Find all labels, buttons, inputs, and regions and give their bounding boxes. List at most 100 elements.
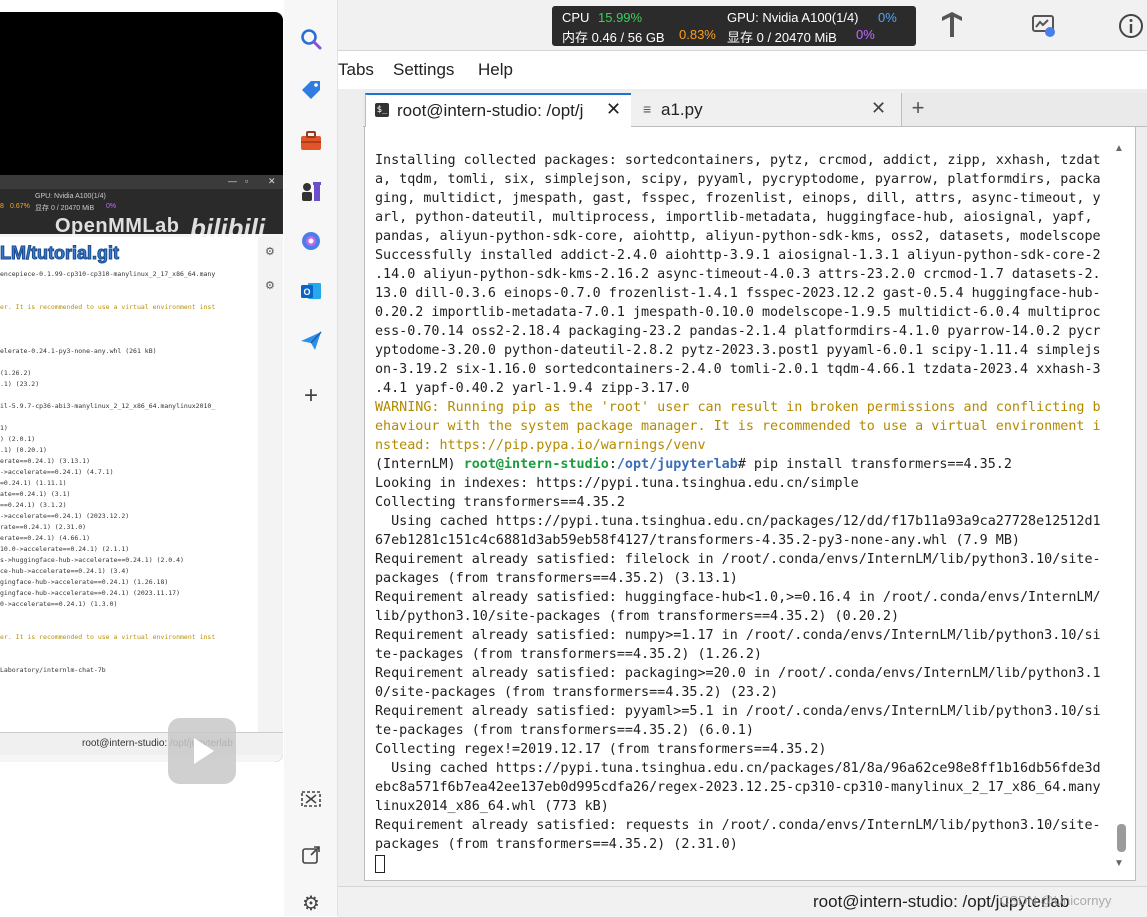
svg-text:O: O bbox=[303, 287, 310, 297]
play-button[interactable] bbox=[168, 718, 236, 784]
terminal-line: 67eb1281c151c4c6881d3ab59eb58f4127/trans… bbox=[375, 531, 1115, 550]
info-icon[interactable] bbox=[1117, 12, 1145, 45]
scrollbar-thumb[interactable] bbox=[1117, 824, 1126, 852]
scroll-up-icon[interactable]: ▲ bbox=[1114, 143, 1124, 154]
terminal-line: Using cached https://pypi.tuna.tsinghua.… bbox=[375, 759, 1115, 778]
terminal-line: on-3.19.2 six-1.16.0 sortedcontainers-2.… bbox=[375, 360, 1115, 379]
terminal-segment: ehaviour with the system package manager… bbox=[375, 419, 1101, 434]
video-terminal-line: =0.24.1) (1.11.1) bbox=[0, 479, 67, 487]
resource-usage-panel: CPU 15.99% 内存 0.46 / 56 GB 0.83% GPU: Nv… bbox=[552, 6, 916, 46]
terminal-segment: Requirement already satisfied: filelock … bbox=[375, 552, 1101, 567]
terminal-segment: Requirement already satisfied: packaging… bbox=[375, 666, 1101, 681]
tab-file[interactable]: ≡ a1.py ✕ bbox=[631, 93, 902, 126]
openmmlab-watermark: OpenMMLab bbox=[55, 215, 180, 237]
settings-icon[interactable]: ⚙ bbox=[298, 891, 324, 917]
mem-value: 0.83% bbox=[679, 27, 716, 42]
scroll-down-icon[interactable]: ▼ bbox=[1114, 858, 1124, 869]
video-terminal-line: s->huggingface-hub->accelerate==0.24.1) … bbox=[0, 556, 184, 564]
terminal-segment: /opt/jupyterlab bbox=[616, 457, 738, 472]
video-terminal-line: il-5.9.7-cp36-abi3-manylinux_2_12_x86_64… bbox=[0, 402, 216, 410]
video-terminal-line: ==0.24.1) (3.1.2) bbox=[0, 501, 67, 509]
mini-pct1: 8 bbox=[0, 203, 4, 210]
terminal-segment: te-packages (from transformers==4.35.2) … bbox=[375, 647, 762, 662]
video-terminal-line: ->accelerate==0.24.1) (2023.12.2) bbox=[0, 512, 130, 520]
terminal-line: pandas, aliyun-python-sdk-core, aiohttp,… bbox=[375, 227, 1115, 246]
terminal-segment: Using cached https://pypi.tuna.tsinghua.… bbox=[375, 761, 1101, 776]
browser-sidebar: O + ⚙ bbox=[284, 0, 338, 916]
close-icon[interactable]: ✕ bbox=[871, 98, 886, 119]
gear-icon: ⚙ bbox=[265, 280, 275, 292]
video-terminal-line: ate==0.24.1) (3.1) bbox=[0, 490, 71, 498]
terminal-segment: (InternLM) bbox=[375, 457, 464, 472]
tab-terminal-label: root@intern-studio: /opt/j bbox=[397, 101, 584, 120]
close-icon[interactable]: ✕ bbox=[606, 99, 621, 120]
terminal-line: .4.1 yapf-0.40.2 yarl-1.9.4 zipp-3.17.0 bbox=[375, 379, 1115, 398]
terminal-line: lib/python3.10/site-packages (from trans… bbox=[375, 607, 1115, 626]
add-icon[interactable]: + bbox=[298, 383, 324, 409]
tab-terminal[interactable]: $_ root@intern-studio: /opt/j ✕ bbox=[365, 93, 632, 128]
terminal-output[interactable]: Installing collected packages: sortedcon… bbox=[375, 151, 1115, 873]
terminal-segment: 13.0 dill-0.3.6 einops-0.7.0 frozenlist-… bbox=[375, 286, 1101, 301]
terminal-panel[interactable]: Installing collected packages: sortedcon… bbox=[364, 127, 1136, 881]
external-link-icon[interactable] bbox=[298, 842, 324, 868]
vram-value: 0% bbox=[856, 27, 875, 42]
tab-file-label: a1.py bbox=[661, 100, 703, 119]
terminal-segment: te-packages (from transformers==4.35.2) … bbox=[375, 723, 754, 738]
terminal-line: Successfully installed addict-2.4.0 aioh… bbox=[375, 246, 1115, 265]
terminal-line: ess-0.70.14 oss2-2.18.4 packaging-23.2 p… bbox=[375, 322, 1115, 341]
video-window-titlebar: — ▫ ✕ bbox=[0, 175, 283, 189]
terminal-segment: Successfully installed addict-2.4.0 aioh… bbox=[375, 248, 1101, 263]
terminal-segment: .14.0 aliyun-python-sdk-kms-2.16.2 async… bbox=[375, 267, 1101, 282]
search-icon[interactable] bbox=[298, 26, 324, 52]
terminal-segment: Requirement already satisfied: requests … bbox=[375, 818, 1101, 833]
terminal-segment: root@intern-studio bbox=[463, 457, 609, 472]
copilot-icon[interactable] bbox=[298, 228, 324, 254]
chess-icon[interactable] bbox=[298, 178, 324, 204]
terminal-line: Requirement already satisfied: filelock … bbox=[375, 550, 1115, 569]
terminal-line: packages (from transformers==4.35.2) (3.… bbox=[375, 569, 1115, 588]
video-terminal-line: gingface-hub->accelerate==0.24.1) (2023.… bbox=[0, 589, 181, 597]
video-statusbar: root@intern-studio: /opt/jupyterlab bbox=[0, 732, 283, 755]
video-side-panel: ⚙ ⚙ bbox=[258, 237, 283, 732]
git-url-text: LM/tutorial.git bbox=[0, 243, 119, 264]
terminal-line: a, tqdm, tomli, six, simplejson, scipy, … bbox=[375, 170, 1115, 189]
video-frame: — ▫ ✕ GPU: Nvidia A100(1/4) 8 0.67% 显存 0… bbox=[0, 175, 283, 762]
terminal-segment: Using cached https://pypi.tuna.tsinghua.… bbox=[375, 514, 1101, 529]
outlook-icon[interactable]: O bbox=[298, 278, 324, 304]
video-terminal-line: er. It is recommended to use a virtual e… bbox=[0, 633, 216, 641]
terminal-segment: linux2014_x86_64.whl (773 kB) bbox=[375, 799, 609, 814]
terminal-line: 13.0 dill-0.3.6 einops-0.7.0 frozenlist-… bbox=[375, 284, 1115, 303]
monitor-icon[interactable] bbox=[1030, 12, 1058, 45]
terminal-line: linux2014_x86_64.whl (773 kB) bbox=[375, 797, 1115, 816]
screenshot-icon[interactable] bbox=[298, 786, 324, 812]
video-terminal-line: erate==0.24.1) (3.13.1) bbox=[0, 457, 91, 465]
video-terminal-line: gingface-hub->accelerate==0.24.1) (1.26.… bbox=[0, 578, 169, 586]
terminal-segment: 67eb1281c151c4c6881d3ab59eb58f4127/trans… bbox=[375, 533, 1020, 548]
add-tab-button[interactable]: + bbox=[902, 93, 934, 126]
video-terminal-line: Laboratory/internlm-chat-7b bbox=[0, 666, 106, 674]
gpu-value: 0% bbox=[878, 10, 897, 25]
terminal-segment: Requirement already satisfied: numpy>=1.… bbox=[375, 628, 1101, 643]
terminal-line: nstead: https://pip.pypa.io/warnings/ven… bbox=[375, 436, 1115, 455]
video-terminal-line: encepiece-0.1.99-cp310-cp310-manylinux_2… bbox=[0, 270, 216, 278]
terminal-line: Requirement already satisfied: huggingfa… bbox=[375, 588, 1115, 607]
cpu-value: 15.99% bbox=[598, 10, 643, 25]
video-terminal-line: elerate-0.24.1-py3-none-any.whl (261 kB) bbox=[0, 347, 157, 355]
terminal-line: arl, python-dateutil, multiprocess, impo… bbox=[375, 208, 1115, 227]
video-player[interactable]: — ▫ ✕ GPU: Nvidia A100(1/4) 8 0.67% 显存 0… bbox=[0, 12, 283, 762]
send-icon[interactable] bbox=[298, 328, 324, 354]
menu-help[interactable]: Help bbox=[478, 60, 513, 80]
video-terminal: LM/tutorial.git encepiece-0.1.99-cp310-c… bbox=[0, 237, 259, 732]
terminal-segment: : bbox=[608, 457, 617, 472]
terminal-line: ging, multidict, jmespath, gast, fsspec,… bbox=[375, 189, 1115, 208]
terminal-segment: yptodome-3.20.0 python-dateutil-2.8.2 py… bbox=[375, 343, 1101, 358]
menu-tabs[interactable]: Tabs bbox=[338, 60, 374, 80]
terminal-line: (InternLM) root@intern-studio:/opt/jupyt… bbox=[375, 455, 1115, 474]
menu-settings[interactable]: Settings bbox=[393, 60, 454, 80]
tag-icon[interactable] bbox=[298, 77, 324, 103]
close-icon: ✕ bbox=[268, 176, 276, 186]
terminal-segment: Requirement already satisfied: huggingfa… bbox=[375, 590, 1101, 605]
toolbox-icon[interactable] bbox=[298, 128, 324, 154]
terminal-segment: 0/site-packages (from transformers==4.35… bbox=[375, 685, 779, 700]
tensorflow-icon[interactable] bbox=[938, 11, 966, 44]
